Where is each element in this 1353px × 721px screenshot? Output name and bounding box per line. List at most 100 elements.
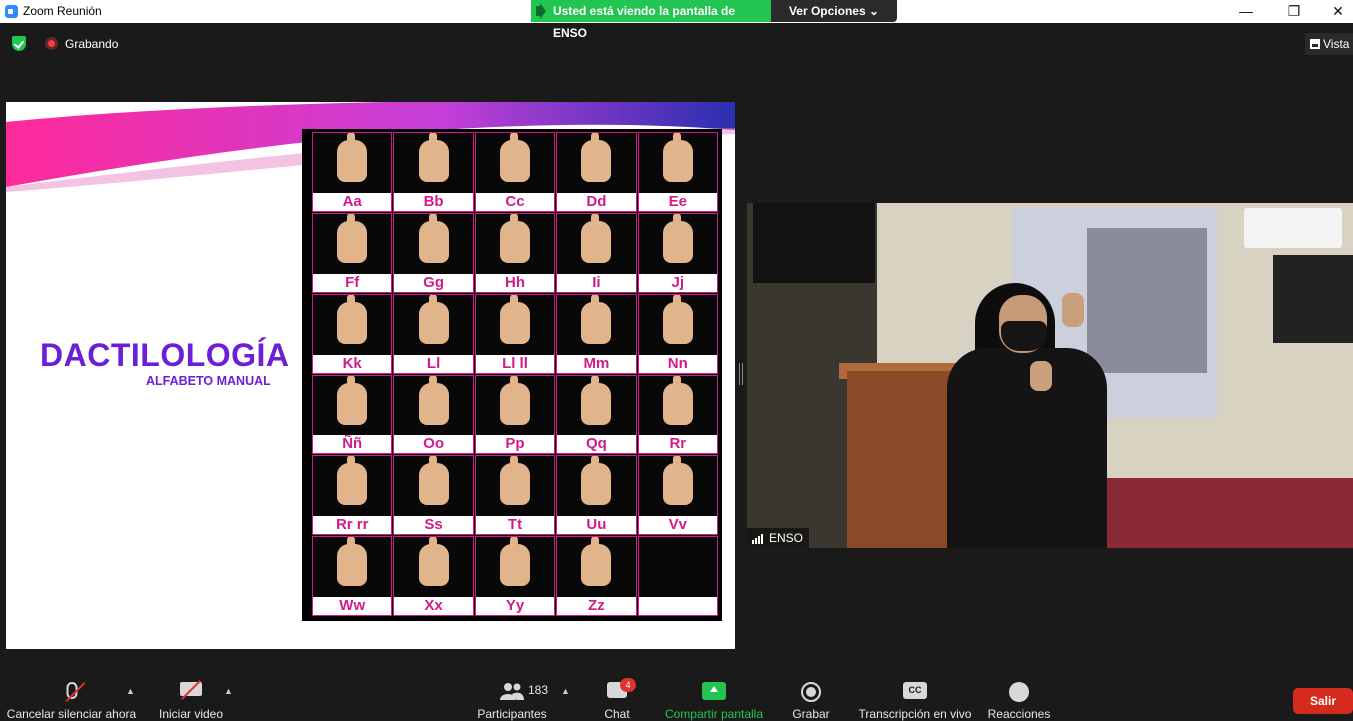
alphabet-cell: Ff: [312, 212, 393, 293]
hand-sign-icon: [337, 132, 368, 182]
hand-sign-icon: [581, 213, 612, 263]
alphabet-letter-label: Ii: [557, 273, 636, 292]
participants-icon: [500, 683, 524, 700]
hand-sign-icon: [662, 294, 693, 344]
alphabet-letter-label: Xx: [394, 597, 473, 615]
participant-name: ENSO: [769, 531, 804, 545]
hand-sign-icon: [499, 375, 530, 425]
reactions-button[interactable]: Reacciones: [986, 672, 1052, 721]
participants-caret-icon[interactable]: ▲: [561, 686, 570, 696]
live-transcript-label: Transcripción en vivo: [858, 707, 972, 721]
hand-sign-icon: [581, 132, 612, 182]
alphabet-cell: Hh: [474, 212, 556, 293]
alphabet-letter-label: Ññ: [313, 435, 392, 454]
signal-strength-icon: [752, 534, 764, 544]
record-button[interactable]: Grabar: [788, 672, 834, 721]
restore-button[interactable]: ❐: [1271, 0, 1317, 23]
alphabet-cell: Ll ll: [474, 293, 556, 374]
alphabet-cell: Oo: [393, 374, 474, 455]
alphabet-cell: Rr: [637, 374, 718, 455]
hand-sign-icon: [662, 213, 693, 263]
alphabet-cell: Mm: [556, 293, 637, 374]
hand-sign-icon: [499, 213, 530, 263]
leave-button[interactable]: Salir: [1293, 688, 1353, 714]
alphabet-letter-label: [638, 597, 717, 615]
alphabet-letter-label: Oo: [394, 435, 473, 454]
alphabet-letter-label: Yy: [475, 597, 555, 615]
video-options-caret-icon[interactable]: ▲: [224, 686, 233, 696]
microphone-muted-icon: [65, 682, 85, 702]
split-drag-handle[interactable]: [739, 363, 743, 385]
video-tv-right: [1273, 255, 1353, 343]
hand-sign-icon: [662, 456, 693, 506]
alphabet-cell: Ww: [312, 536, 393, 616]
alphabet-letter-label: Aa: [313, 192, 392, 211]
alphabet-cell: Ss: [393, 455, 474, 536]
alphabet-letter-label: Ll: [394, 354, 473, 373]
alphabet-cell: Uu: [556, 455, 637, 536]
hand-sign-icon: [418, 375, 449, 425]
hand-sign-icon: [662, 132, 693, 182]
alphabet-letter-label: Ll ll: [475, 354, 555, 373]
screen-share-banner: Usted está viendo la pantalla de ENSO: [531, 0, 771, 40]
alphabet-letter-label: Uu: [557, 516, 636, 535]
alphabet-cell: Zz: [556, 536, 637, 616]
alphabet-letter-label: Ee: [638, 192, 717, 211]
gallery-view-icon: [1310, 39, 1320, 49]
hand-sign-icon: [418, 213, 449, 263]
start-video-button[interactable]: Iniciar video: [150, 672, 232, 721]
video-person-hand-right: [1062, 293, 1084, 327]
alphabet-letter-label: Cc: [475, 192, 555, 211]
participants-count: 183: [528, 683, 549, 697]
alphabet-cell: Ññ: [312, 374, 393, 455]
video-tv: [753, 203, 875, 283]
video-air-conditioner: [1244, 208, 1342, 248]
hand-sign-icon: [337, 375, 368, 425]
hand-sign-icon: [581, 456, 612, 506]
status-row: Grabando Vista: [0, 30, 1353, 56]
hand-sign-icon: [581, 294, 612, 344]
alphabet-letter-label: Hh: [475, 273, 555, 292]
start-video-label: Iniciar video: [158, 707, 224, 721]
record-label: Grabar: [792, 707, 830, 721]
hand-sign-icon: [337, 456, 368, 506]
alphabet-letter-label: Vv: [638, 516, 717, 535]
video-off-icon: [180, 680, 202, 700]
alphabet-letter-label: Tt: [475, 516, 555, 535]
alphabet-cell: Vv: [637, 455, 718, 536]
close-button[interactable]: ✕: [1315, 0, 1353, 23]
minimize-button[interactable]: —: [1223, 0, 1269, 23]
view-label: Vista: [1323, 37, 1350, 51]
alphabet-cell: Ee: [637, 132, 718, 212]
alphabet-cell: Tt: [474, 455, 556, 536]
speaker-video: ENSO: [747, 203, 1353, 548]
live-transcript-button[interactable]: CC Transcripción en vivo: [856, 672, 974, 721]
view-button[interactable]: Vista: [1305, 33, 1353, 55]
alphabet-cell: Xx: [393, 536, 474, 616]
share-screen-label: Compartir pantalla: [664, 707, 764, 721]
meeting-toolbar: Cancelar silenciar ahora ▲ Iniciar video…: [0, 672, 1353, 721]
reactions-icon: [1009, 682, 1029, 702]
hand-sign-icon: [418, 294, 449, 344]
alphabet-letter-label: Rr rr: [313, 516, 392, 535]
mute-button[interactable]: Cancelar silenciar ahora: [5, 672, 138, 721]
video-table: [1092, 478, 1353, 548]
alphabet-cell: Yy: [474, 536, 556, 616]
recording-label: Grabando: [65, 37, 119, 51]
view-options-button[interactable]: Ver Opciones ⌄: [771, 0, 897, 22]
hand-sign-icon: [499, 456, 530, 506]
share-screen-button[interactable]: Compartir pantalla: [662, 672, 766, 721]
chat-unread-badge: 4: [620, 678, 636, 692]
hand-sign-icon: [581, 537, 612, 587]
alphabet-cell: Nn: [637, 293, 718, 374]
closed-caption-icon: CC: [903, 682, 927, 699]
participant-name-tag: ENSO: [747, 528, 810, 548]
alphabet-letter-label: Ww: [313, 597, 392, 615]
security-shield-icon[interactable]: [12, 36, 26, 51]
alphabet-cell: Dd: [556, 132, 637, 212]
audio-options-caret-icon[interactable]: ▲: [126, 686, 135, 696]
alphabet-letter-label: Dd: [557, 192, 636, 211]
alphabet-letter-label: Nn: [638, 354, 717, 373]
hand-sign-icon: [337, 537, 368, 587]
alphabet-letter-label: Jj: [638, 273, 717, 292]
